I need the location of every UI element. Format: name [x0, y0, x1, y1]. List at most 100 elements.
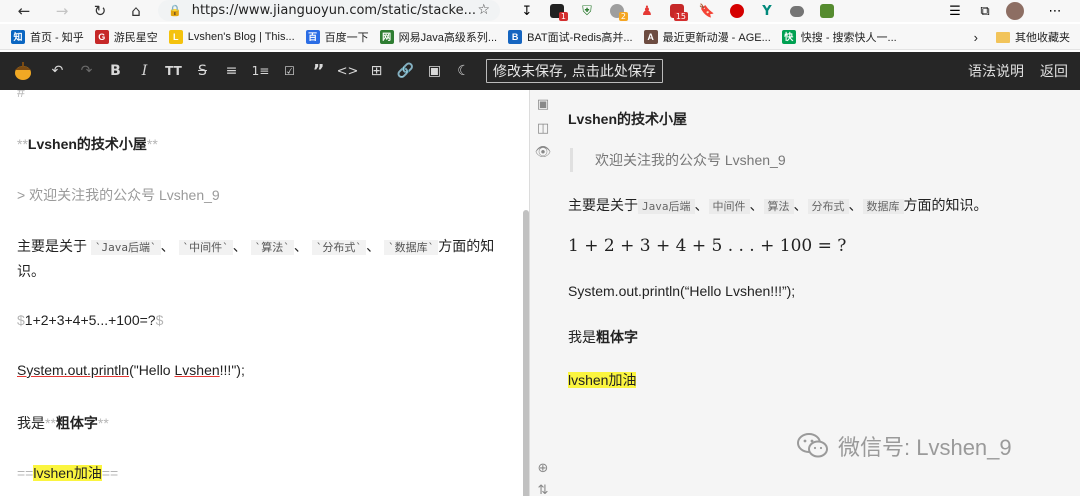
profile-avatar[interactable] — [1000, 0, 1030, 22]
bookmarks-bar: 知首页 - 知乎 G 游民星空 L Lvshen's Blog | This... 百百度… — [0, 24, 1080, 50]
italic-icon[interactable]: I — [130, 52, 159, 90]
folder-icon — [996, 31, 1010, 43]
redo-icon[interactable]: ↷ — [72, 52, 101, 90]
preview-blockquote: 欢迎关注我的公众号 Lvshen_9 — [570, 148, 786, 172]
tag-middleware: `中间件` — [178, 240, 233, 255]
blog-icon: L — [168, 29, 183, 44]
link-icon[interactable]: 🔗 — [391, 52, 420, 90]
numbered-list-icon[interactable]: 1≡ — [246, 52, 275, 90]
syntax-help-link[interactable]: 语法说明 — [968, 61, 1024, 81]
home-icon[interactable]: ⌂ — [122, 0, 150, 22]
wechat-watermark: 微信号: Lvshen_9 — [796, 430, 1012, 462]
save-button[interactable]: 修改未保存, 点击此处保存 — [486, 59, 663, 83]
source-title: Lvshen的技术小屋 — [27, 136, 147, 152]
shield-icon[interactable]: ⛨ — [572, 0, 602, 22]
strikethrough-icon[interactable]: S — [188, 52, 217, 90]
bookmark-label: 首页 - 知乎 — [30, 31, 84, 44]
eye-preview-icon[interactable]: 👁 — [534, 144, 552, 160]
preview-pane: ▣ ◫ 👁 ⊕ ⇅ Lvshen的技术小屋 欢迎关注我的公众号 Lvshen_9… — [530, 90, 1080, 496]
back-arrow-icon[interactable]: ← — [10, 0, 38, 22]
bold-mark-close: ** — [97, 415, 109, 431]
green-extension-icon[interactable] — [812, 0, 842, 22]
bookmark-item[interactable]: B BAT面试-Redis高并... — [508, 29, 633, 45]
bookmark-item[interactable]: 知首页 - 知乎 — [11, 29, 84, 45]
extension-bar: ↧ 1 ⛨ 2 ♟ 15 🔖 Y — [512, 0, 842, 22]
extension-badge: 15 — [673, 12, 688, 21]
favorites-list-icon[interactable]: ☰ — [940, 0, 970, 22]
tag-algorithm: `算法` — [250, 240, 294, 255]
favorite-star-icon[interactable]: ☆ — [477, 2, 490, 18]
separator: 、 — [694, 197, 709, 213]
bat-icon: B — [508, 29, 523, 44]
extension-black-icon[interactable]: 1 — [542, 0, 572, 22]
undo-icon[interactable]: ↶ — [43, 52, 72, 90]
bookmark-item[interactable]: G 游民星空 — [94, 29, 158, 45]
heading-mark: # — [17, 90, 25, 100]
bookmark-item[interactable]: 百百度一下 — [305, 29, 369, 45]
tag-database: `数据库` — [383, 240, 439, 255]
night-mode-icon[interactable]: ☾ — [449, 52, 478, 90]
scroll-to-top-icon[interactable]: ⇅ — [534, 482, 552, 496]
image-icon[interactable]: ▣ — [420, 52, 449, 90]
bookmark-item[interactable]: A 最近更新动漫 - AGE... — [643, 29, 771, 45]
bookmark-item[interactable]: 网网易Java高级系列... — [379, 29, 498, 45]
collections-icon[interactable]: ⧉ — [970, 0, 1000, 22]
bookmark-label: 游民星空 — [113, 31, 158, 44]
source-quote: 欢迎关注我的公众号 Lvshen_9 — [29, 187, 220, 203]
separator: 、 — [232, 238, 247, 254]
sync-scroll-icon[interactable]: ⊕ — [534, 460, 552, 476]
green-y-icon[interactable]: Y — [752, 0, 782, 22]
bold-mark-open: ** — [17, 136, 28, 152]
bold-icon[interactable]: B — [101, 52, 130, 90]
preview-title: Lvshen的技术小屋 — [568, 111, 688, 127]
markdown-source-pane[interactable]: # **Lvshen的技术小屋** > 欢迎关注我的公众号 Lvshen_9 主… — [0, 90, 530, 496]
red-square-icon[interactable]: 15 — [662, 0, 692, 22]
netease-icon: 网 — [379, 29, 394, 44]
math-mark-close: $ — [155, 312, 164, 328]
bookmark-item[interactable]: 快快搜 - 搜索快人一... — [781, 29, 897, 45]
people-icon[interactable]: ♟ — [632, 0, 662, 22]
preview-math: 1 + 2 + 3 + 4 + 5 . . . + 100 = ? — [568, 236, 847, 256]
reload-icon[interactable]: ↻ — [86, 0, 114, 22]
bookmark-other-folder[interactable]: 其他收藏夹 — [1015, 29, 1070, 45]
age-icon: A — [643, 29, 658, 44]
bookmark-icon[interactable]: 🔖 — [692, 0, 722, 22]
quote-icon[interactable]: ” — [304, 52, 333, 90]
code-post: !!!"); — [219, 362, 245, 378]
checklist-icon[interactable]: ☑ — [275, 52, 304, 90]
code-mid: ("Hello — [129, 362, 175, 378]
preview-bold-text: 粗体字 — [596, 329, 638, 345]
red-circle-icon[interactable] — [722, 0, 752, 22]
baidu-icon: 百 — [305, 29, 320, 44]
source-paragraph-line: 主要是关于 `Java后端`、 `中间件`、 `算法`、 `分布式`、 `数据库… — [17, 236, 494, 256]
acorn-logo-icon — [8, 52, 37, 90]
chevron-right-icon[interactable]: › — [974, 30, 978, 45]
heading-icon[interactable]: TT — [159, 52, 188, 90]
download-icon[interactable]: ↧ — [512, 0, 542, 22]
layout-full-icon[interactable]: ▣ — [534, 96, 552, 112]
forward-arrow-icon[interactable]: → — [48, 0, 76, 22]
highlight-mark-close: == — [101, 465, 119, 481]
tag-java: `Java后端` — [90, 240, 161, 255]
separator: 、 — [793, 197, 808, 213]
quote-mark: > — [17, 187, 30, 203]
bullet-list-icon[interactable]: ≡ — [217, 52, 246, 90]
preview-tag-distributed: 分布式 — [807, 199, 849, 214]
code-println: System.out.println — [17, 362, 130, 378]
bookmark-label: 网易Java高级系列... — [398, 31, 498, 44]
bookmark-item[interactable]: L Lvshen's Blog | This... — [168, 29, 295, 44]
para-prefix: 主要是关于 — [17, 238, 87, 254]
watermark-text: 微信号: Lvshen_9 — [838, 435, 1012, 460]
back-link[interactable]: 返回 — [1040, 61, 1068, 81]
para-suffix: 方面的知 — [438, 238, 495, 254]
layout-split-icon[interactable]: ◫ — [534, 120, 552, 136]
table-icon[interactable]: ⊞ — [362, 52, 391, 90]
more-menu-icon[interactable]: ⋯ — [1040, 0, 1070, 22]
vertical-scrollbar[interactable] — [523, 210, 529, 496]
address-bar[interactable]: 🔒 https://www.jianguoyun.com/static/stac… — [158, 0, 500, 21]
bold-mark-open: ** — [45, 415, 56, 431]
bookmark-label: 最近更新动漫 - AGE... — [662, 31, 771, 44]
extension-gray-icon[interactable]: 2 — [602, 0, 632, 22]
code-icon[interactable]: <> — [333, 52, 362, 90]
cloud-icon[interactable] — [782, 0, 812, 22]
